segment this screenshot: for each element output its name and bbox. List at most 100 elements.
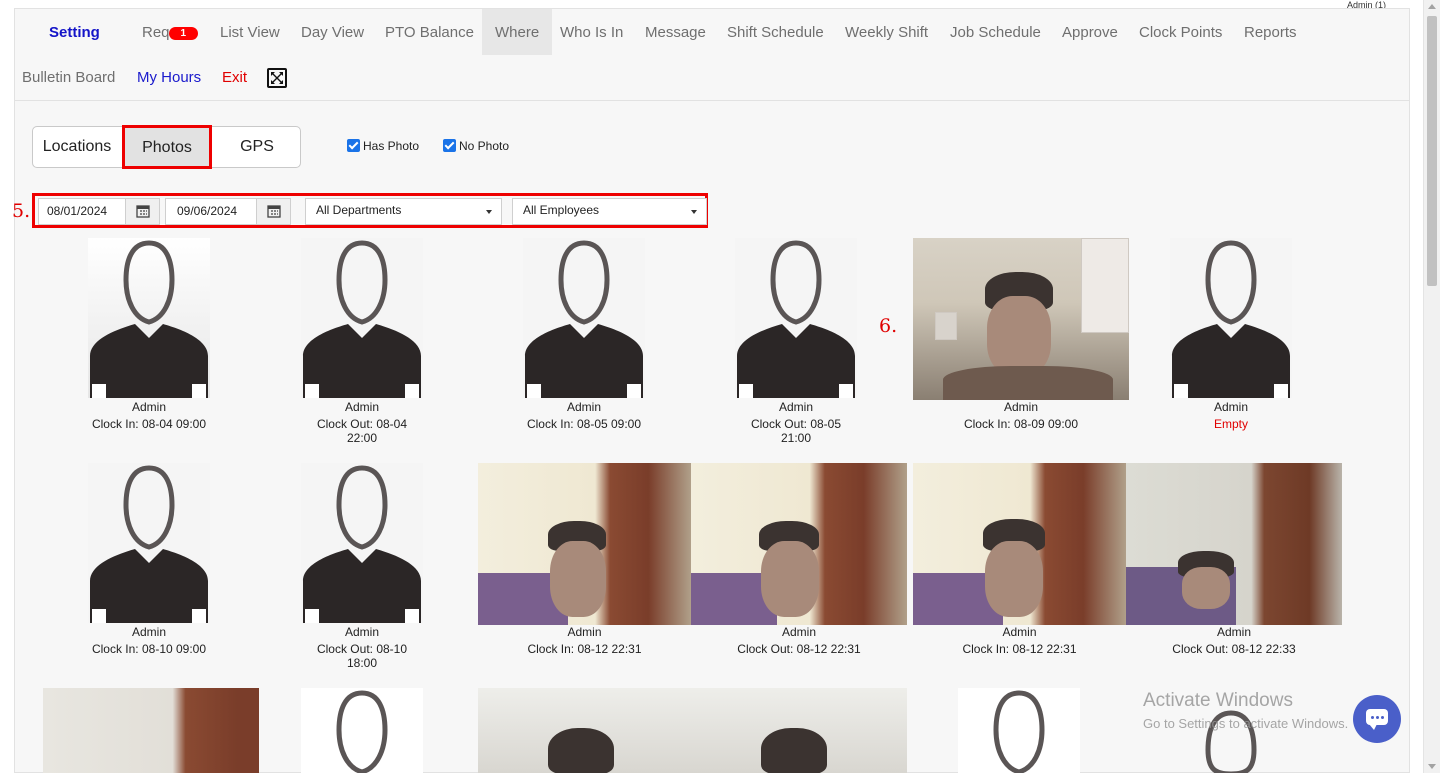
has-photo-check-icon[interactable] (347, 139, 360, 152)
employee-selected-value: All Employees (523, 203, 600, 217)
clock-event: Clock In: 08-05 09:00 (526, 417, 642, 431)
captured-photo (478, 463, 691, 625)
photo-card[interactable] (691, 688, 907, 773)
photo-card[interactable]: Admin Clock Out: 08-12 22:31 (691, 463, 907, 663)
nav-reports[interactable]: Reports (1244, 9, 1297, 55)
employee-name: Admin (344, 400, 379, 414)
clock-event: Clock Out: 08-12 22:33 (1172, 642, 1296, 656)
nav-where[interactable]: Where (482, 9, 553, 55)
nav-bulletin-board[interactable]: Bulletin Board (22, 54, 115, 100)
nav-setting[interactable]: Setting (49, 9, 100, 55)
page-scrollbar[interactable] (1423, 0, 1440, 773)
clock-event: Clock In: 08-09 09:00 (963, 417, 1079, 431)
department-selected-value: All Departments (316, 203, 402, 217)
start-date-calendar-icon[interactable] (125, 199, 159, 224)
no-photo-placeholder-icon (88, 238, 210, 398)
nav-clock-points[interactable]: Clock Points (1139, 9, 1222, 55)
photo-card[interactable]: Admin Clock Out: 08-10 18:00 (301, 463, 423, 670)
scroll-up-arrow-icon[interactable] (1428, 4, 1436, 9)
end-date-calendar-icon[interactable] (256, 199, 290, 224)
nav-requests-label: Req (142, 24, 170, 41)
nav-shift-schedule[interactable]: Shift Schedule (727, 9, 824, 55)
activate-windows-watermark: Activate Windows Go to Settings to activ… (1143, 690, 1348, 731)
no-photo-placeholder-icon (958, 688, 1080, 773)
no-photo-placeholder-icon (1170, 238, 1292, 398)
step-5-marker: 5. (12, 200, 31, 222)
photo-face-blur (987, 296, 1051, 376)
no-photo-placeholder-icon (88, 463, 210, 623)
watermark-title: Activate Windows (1143, 690, 1293, 711)
photo-card[interactable]: Admin Clock In: 08-05 09:00 (523, 238, 645, 438)
scroll-down-arrow-icon[interactable] (1428, 764, 1436, 769)
clock-event: Clock In: 08-12 22:31 (527, 642, 642, 656)
start-date-field[interactable]: 08/01/2024 (38, 198, 160, 225)
employee-name: Admin (131, 400, 166, 414)
nav-requests[interactable]: Req 1 (142, 9, 199, 55)
nav-message[interactable]: Message (645, 9, 706, 55)
photo-card[interactable]: Admin Clock Out: 08-12 22:33 (1126, 463, 1342, 663)
photo-hair-blur (761, 728, 827, 773)
photo-card[interactable] (958, 688, 1080, 773)
employee-select[interactable]: All Employees (512, 198, 707, 225)
captured-photo (478, 688, 691, 773)
requests-count-badge: 1 (168, 27, 199, 40)
no-photo-checkbox[interactable]: No Photo (443, 139, 509, 153)
tab-photos[interactable]: Photos (122, 125, 212, 169)
end-date-field[interactable]: 09/06/2024 (165, 198, 291, 225)
photo-card[interactable]: Admin Clock In: 08-12 22:31 (913, 463, 1126, 663)
photo-card[interactable] (478, 688, 691, 773)
clock-event: Clock Out: 08-05 21:00 (750, 417, 842, 445)
clock-event: Clock In: 08-04 09:00 (91, 417, 207, 431)
photo-body-blur (943, 366, 1113, 400)
nav-my-hours[interactable]: My Hours (137, 54, 201, 100)
has-photo-checkbox[interactable]: Has Photo (347, 139, 419, 153)
captured-photo (43, 688, 259, 773)
nav-day-view[interactable]: Day View (301, 9, 364, 55)
nav-weekly-shift[interactable]: Weekly Shift (845, 9, 928, 55)
photo-card[interactable]: Admin Clock Out: 08-05 21:00 (735, 238, 857, 445)
nav-list-view[interactable]: List View (220, 9, 280, 55)
app-container: Setting Req 1 List View Day View PTO Bala… (12, 8, 1410, 773)
photo-face-blur (1182, 567, 1230, 609)
photo-card[interactable] (43, 688, 259, 773)
clock-event: Clock Out: 08-12 22:31 (737, 642, 861, 656)
no-photo-check-icon[interactable] (443, 139, 456, 152)
photo-card[interactable]: Admin Clock In: 08-10 09:00 (88, 463, 210, 663)
clock-event: Clock Out: 08-10 18:00 (316, 642, 408, 670)
employee-name: Admin (131, 625, 166, 639)
clock-event-empty: Empty (1213, 417, 1248, 431)
department-select[interactable]: All Departments (305, 198, 502, 225)
nav-exit[interactable]: Exit (222, 54, 247, 100)
employee-name: Admin (1002, 625, 1037, 639)
captured-photo (913, 463, 1126, 625)
no-photo-placeholder-icon (301, 238, 423, 398)
no-photo-label: No Photo (459, 139, 510, 153)
tab-locations[interactable]: Locations (33, 127, 121, 167)
nav-approve[interactable]: Approve (1062, 9, 1118, 55)
nav-job-schedule[interactable]: Job Schedule (950, 9, 1041, 55)
has-photo-label: Has Photo (363, 139, 420, 153)
employee-name: Admin (1213, 400, 1248, 414)
tab-gps[interactable]: GPS (213, 127, 301, 167)
employee-chevron-down-icon (691, 210, 697, 214)
photo-card[interactable]: Admin Empty (1170, 238, 1292, 438)
photo-card[interactable] (301, 688, 423, 773)
photo-background-frame (935, 312, 957, 340)
scrollbar-thumb[interactable] (1427, 16, 1437, 286)
chat-support-button[interactable] (1353, 695, 1401, 743)
photo-card[interactable]: Admin Clock In: 08-04 09:00 (88, 238, 210, 438)
photo-face-blur (761, 541, 819, 617)
chat-bubble-icon (1366, 709, 1388, 730)
fullscreen-toggle-icon[interactable] (267, 68, 287, 88)
nav-pto-balance[interactable]: PTO Balance (385, 9, 474, 55)
employee-name: Admin (781, 625, 816, 639)
no-photo-placeholder-icon (735, 238, 857, 398)
photo-card[interactable]: Admin Clock In: 08-12 22:31 (478, 463, 691, 663)
captured-photo (1126, 463, 1342, 625)
view-mode-tabs: Locations Photos GPS (32, 125, 301, 169)
photo-card[interactable]: Admin Clock In: 08-09 09:00 (913, 238, 1129, 438)
photo-card[interactable]: Admin Clock Out: 08-04 22:00 (301, 238, 423, 445)
watermark-subtitle: Go to Settings to activate Windows. (1143, 716, 1349, 731)
nav-who-is-in[interactable]: Who Is In (560, 9, 623, 55)
captured-photo (913, 238, 1129, 400)
